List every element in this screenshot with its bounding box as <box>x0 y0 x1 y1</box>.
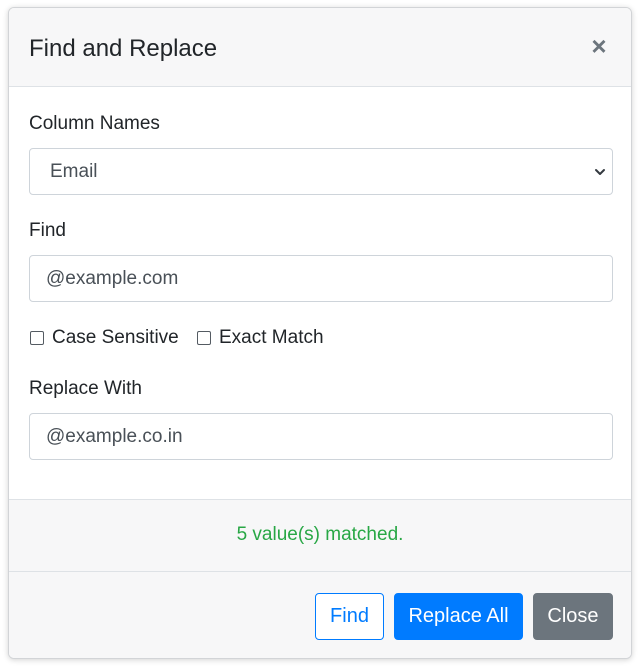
dialog-header: Find and Replace × <box>9 8 631 87</box>
find-button[interactable]: Find <box>315 593 384 640</box>
chevron-down-icon <box>595 169 605 175</box>
replace-with-input[interactable]: @example.co.in <box>29 413 613 460</box>
find-replace-dialog: Find and Replace × Column Names Email Fi… <box>8 7 632 659</box>
status-bar: 5 value(s) matched. <box>9 499 631 572</box>
close-icon[interactable]: × <box>587 32 611 60</box>
dialog-title: Find and Replace <box>29 35 218 62</box>
find-label: Find <box>29 220 66 241</box>
exact-match-label: Exact Match <box>219 327 324 348</box>
column-names-select[interactable]: Email <box>29 148 613 195</box>
find-input[interactable]: @example.com <box>29 255 613 302</box>
case-sensitive-option[interactable]: Case Sensitive <box>30 327 179 349</box>
close-button[interactable]: Close <box>533 593 613 640</box>
column-names-selected-value: Email <box>50 161 98 182</box>
match-status-text: 5 value(s) matched. <box>236 524 404 545</box>
case-sensitive-checkbox[interactable] <box>30 331 44 345</box>
case-sensitive-label: Case Sensitive <box>52 327 179 348</box>
replace-all-button[interactable]: Replace All <box>394 593 523 640</box>
replace-with-label: Replace With <box>29 378 142 399</box>
dialog-footer: Find Replace All Close <box>9 572 631 658</box>
exact-match-option[interactable]: Exact Match <box>197 327 324 349</box>
column-names-label: Column Names <box>29 113 160 134</box>
exact-match-checkbox[interactable] <box>197 331 211 345</box>
